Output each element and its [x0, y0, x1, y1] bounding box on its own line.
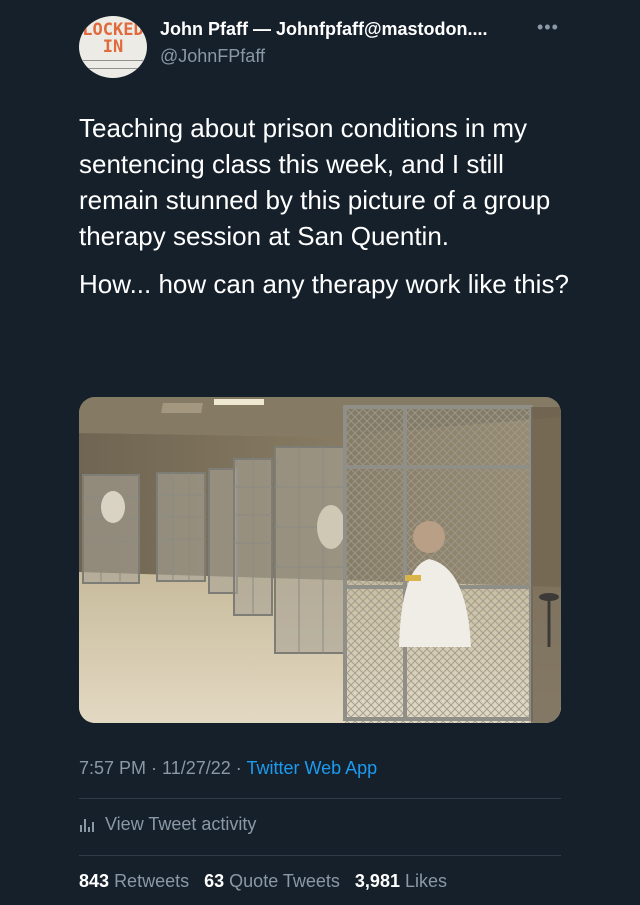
quote-tweets-stat[interactable]: 63 Quote Tweets	[204, 871, 340, 891]
divider	[79, 798, 561, 799]
meta-separator: ·	[146, 758, 163, 778]
author-handle[interactable]: @JohnFPfaff	[160, 46, 265, 67]
retweets-count: 843	[79, 871, 110, 891]
bar-chart-icon	[79, 816, 95, 837]
engagement-stats: 843 Retweets 63 Quote Tweets 3,981 Likes	[79, 871, 447, 892]
photo-illustration	[79, 397, 561, 723]
more-options-button[interactable]: •••	[537, 17, 559, 37]
quote-tweets-count: 63	[204, 871, 225, 891]
avatar-book-cover-logo: LOCKED IN	[79, 22, 147, 56]
tweet-paragraph-1: Teaching about prison conditions in my s…	[79, 113, 551, 251]
more-horizontal-icon: •••	[537, 17, 559, 37]
tweet-source-link[interactable]: Twitter Web App	[246, 758, 377, 778]
tweet-time[interactable]: 7:57 PM	[79, 758, 146, 778]
likes-count: 3,981	[354, 871, 400, 891]
divider	[79, 855, 561, 856]
view-tweet-activity-button[interactable]: View Tweet activity	[79, 814, 256, 837]
likes-stat[interactable]: 3,981 Likes	[355, 871, 447, 891]
tweet-text: Teaching about prison conditions in my s…	[79, 110, 579, 314]
avatar-logo-line2: IN	[102, 37, 124, 57]
retweets-stat[interactable]: 843 Retweets	[79, 871, 189, 891]
meta-separator: ·	[230, 758, 247, 778]
view-tweet-activity-label: View Tweet activity	[105, 814, 257, 834]
tweet-photo[interactable]	[79, 397, 561, 723]
tweet-date[interactable]: 11/27/22	[162, 758, 231, 778]
tweet-paragraph-2: How... how can any therapy work like thi…	[79, 269, 569, 299]
likes-label: Likes	[404, 871, 448, 891]
tweet-meta: 7:57 PM · 11/27/22 · Twitter Web App	[79, 758, 377, 779]
author-display-name[interactable]: John Pfaff — Johnfpfaff@mastodon....	[160, 19, 488, 40]
avatar-fine-print	[83, 60, 143, 69]
retweets-label: Retweets	[114, 871, 190, 891]
avatar[interactable]: LOCKED IN	[79, 16, 147, 78]
quote-tweets-label: Quote Tweets	[229, 871, 340, 891]
tweet-detail: LOCKED IN John Pfaff — Johnfpfaff@mastod…	[0, 0, 640, 905]
